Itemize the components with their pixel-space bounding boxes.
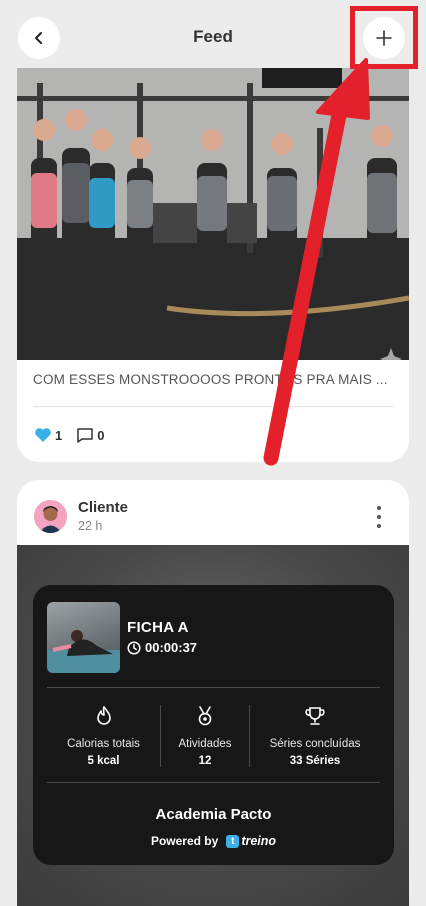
stat-value: 12 [198, 755, 212, 767]
stat-activities: Atividades 12 [161, 705, 249, 767]
heart-icon[interactable] [34, 427, 52, 443]
gym-name: Academia Pacto [155, 806, 272, 823]
divider [47, 782, 380, 783]
powered-by-label: Powered by [150, 834, 219, 848]
flame-icon [96, 706, 111, 725]
workout-name: FICHA A [127, 619, 189, 636]
workout-summary-card: FICHA A 00:00:37 Calorias totais 5 kcal … [33, 585, 394, 865]
duration-value: 00:00:37 [145, 640, 198, 655]
avatar[interactable] [34, 500, 67, 533]
divider [249, 705, 250, 767]
post-caption[interactable]: COM ESSES MONSTROOOOS PRONTOS PRA MAIS .… [33, 372, 393, 387]
divider [33, 406, 393, 407]
stat-label: Calorias totais [67, 738, 140, 750]
post-author[interactable]: Cliente [78, 499, 128, 516]
divider [47, 687, 380, 688]
comment-icon[interactable] [76, 427, 94, 444]
stat-label: Séries concluídas [269, 738, 361, 750]
treino-logo: t treino [226, 834, 276, 848]
feed-post: Cliente 22 h FICHA A 00:00:37 Calorias t… [17, 480, 409, 906]
comment-count: 0 [97, 427, 105, 443]
workout-share-image: FICHA A 00:00:37 Calorias totais 5 kcal … [17, 545, 409, 906]
post-time: 22 h [78, 519, 103, 533]
stat-series: Séries concluídas 33 Séries [251, 705, 379, 767]
more-options-icon[interactable] [369, 506, 389, 528]
workout-duration: 00:00:37 [127, 640, 197, 655]
medal-icon [198, 706, 212, 726]
clock-icon [127, 640, 141, 655]
like-count: 1 [55, 427, 63, 443]
post-photo[interactable] [17, 68, 409, 360]
person-avatar-icon [34, 500, 67, 533]
powered-by: Powered by t treino [33, 834, 394, 848]
gym-group-photo [17, 68, 409, 360]
stat-label: Atividades [178, 738, 232, 750]
stat-value: 33 Séries [289, 755, 341, 767]
stat-value: 5 kcal [87, 755, 120, 767]
workout-thumbnail [47, 602, 120, 673]
brand-name: treino [241, 834, 277, 848]
annotation-highlight-box [350, 6, 418, 69]
feed-post: COM ESSES MONSTROOOOS PRONTOS PRA MAIS .… [17, 68, 409, 462]
trophy-icon [305, 707, 325, 725]
stat-calories: Calorias totais 5 kcal [45, 705, 162, 767]
treino-logo-icon: t [226, 834, 240, 848]
post-reactions: 1 0 [34, 426, 118, 444]
